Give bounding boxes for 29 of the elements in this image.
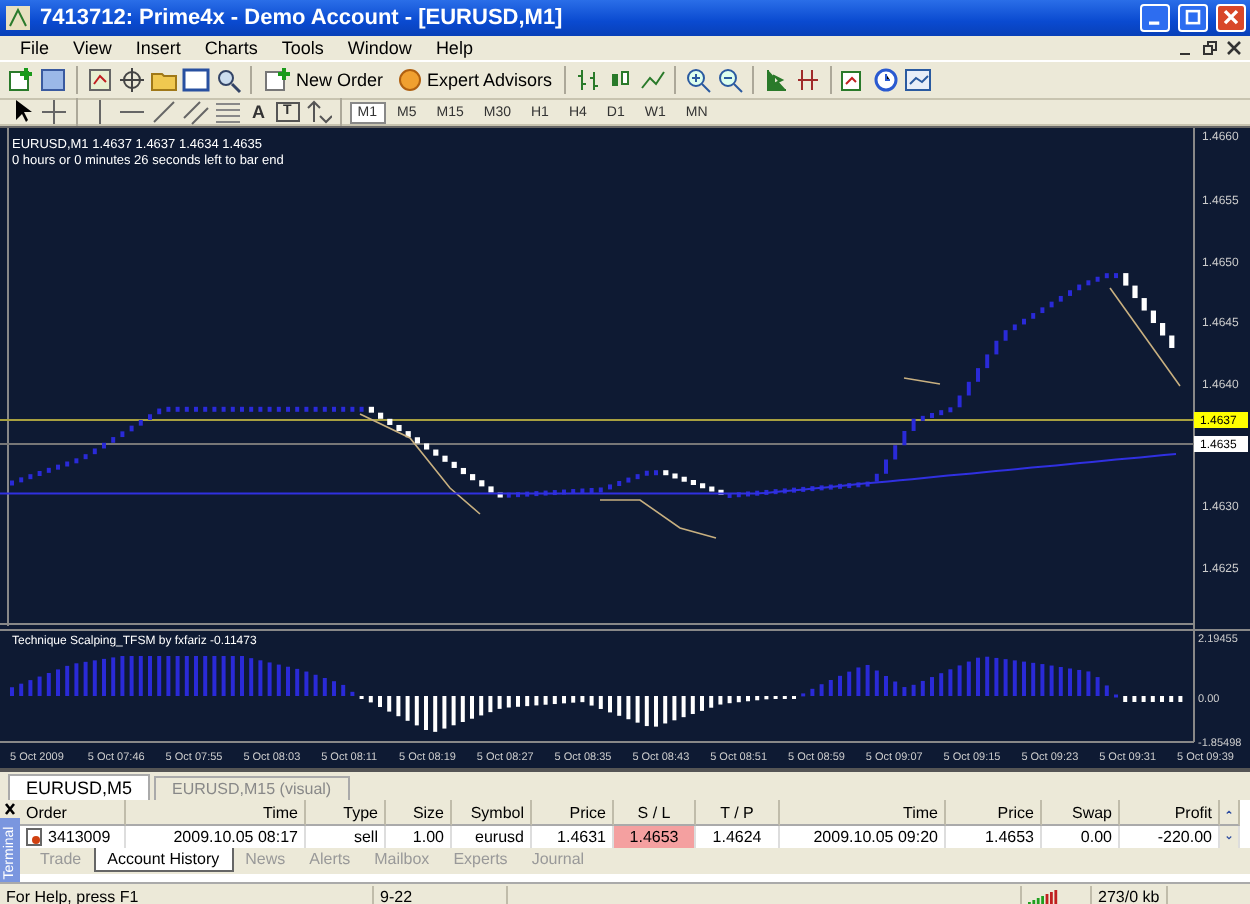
menu-item[interactable]: Charts [192, 38, 270, 58]
column-header[interactable]: Symbol [452, 800, 532, 826]
terminal-tab[interactable]: Account History [93, 848, 234, 872]
expert-advisors-button[interactable]: Expert Advisors [391, 64, 557, 96]
status-text: For Help, press F1 [0, 885, 374, 904]
menu-item[interactable]: Insert [123, 38, 193, 58]
window-title: 7413712: Prime4x - Demo Account - [EURUSD,M1] [40, 6, 565, 30]
column-header[interactable]: Profit [1120, 800, 1220, 826]
menu-item[interactable]: Help [423, 38, 485, 58]
chart-tab[interactable]: EURUSD,M5 [8, 774, 151, 800]
menu-item[interactable]: File [8, 38, 62, 58]
text-tool[interactable]: A [246, 102, 271, 122]
menu-item[interactable]: View [61, 38, 124, 58]
column-header[interactable]: Price [532, 800, 614, 826]
column-header[interactable]: Size [386, 800, 452, 826]
table-cell: 1.4653 [614, 826, 696, 848]
column-header[interactable]: Time [780, 800, 946, 826]
column-header[interactable]: Swap [1042, 800, 1120, 826]
new-order-button[interactable]: New Order [260, 64, 388, 96]
column-header[interactable]: Type [306, 800, 386, 826]
column-header[interactable]: Order [20, 800, 126, 826]
status-profile: 9-22 [374, 885, 508, 904]
menu-item[interactable]: Tools [269, 38, 336, 58]
menu-item[interactable]: Window [335, 38, 424, 58]
traffic-text: 273/0 kb [1092, 885, 1168, 904]
column-header[interactable]: Time [126, 800, 306, 826]
column-header[interactable]: T / P [696, 800, 780, 826]
column-header[interactable]: Price [946, 800, 1042, 826]
column-header[interactable]: S / L [614, 800, 696, 826]
